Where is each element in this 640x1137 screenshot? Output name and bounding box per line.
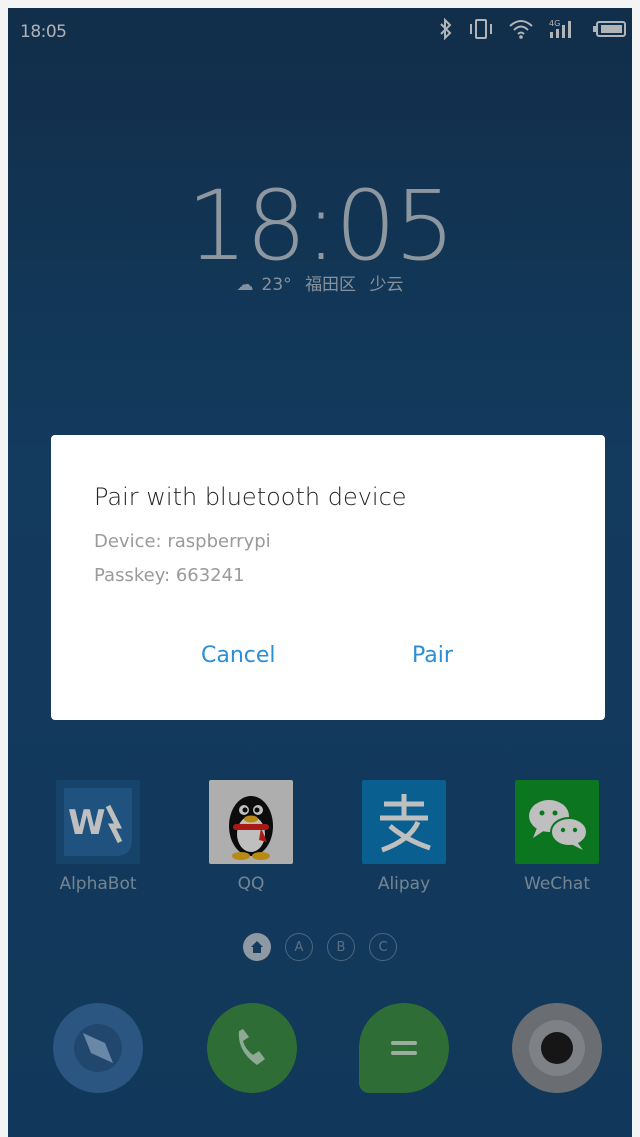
frame-edge-right (632, 0, 640, 1137)
bluetooth-pair-dialog: Pair with bluetooth device Device: raspb… (51, 435, 605, 720)
dialog-title: Pair with bluetooth device (94, 483, 407, 511)
frame-edge-top (0, 0, 640, 8)
pair-button[interactable]: Pair (412, 643, 453, 668)
frame-edge-left (0, 0, 8, 1137)
passkey: Passkey: 663241 (94, 565, 245, 586)
device-name: Device: raspberrypi (94, 531, 271, 552)
cancel-button[interactable]: Cancel (201, 643, 276, 668)
